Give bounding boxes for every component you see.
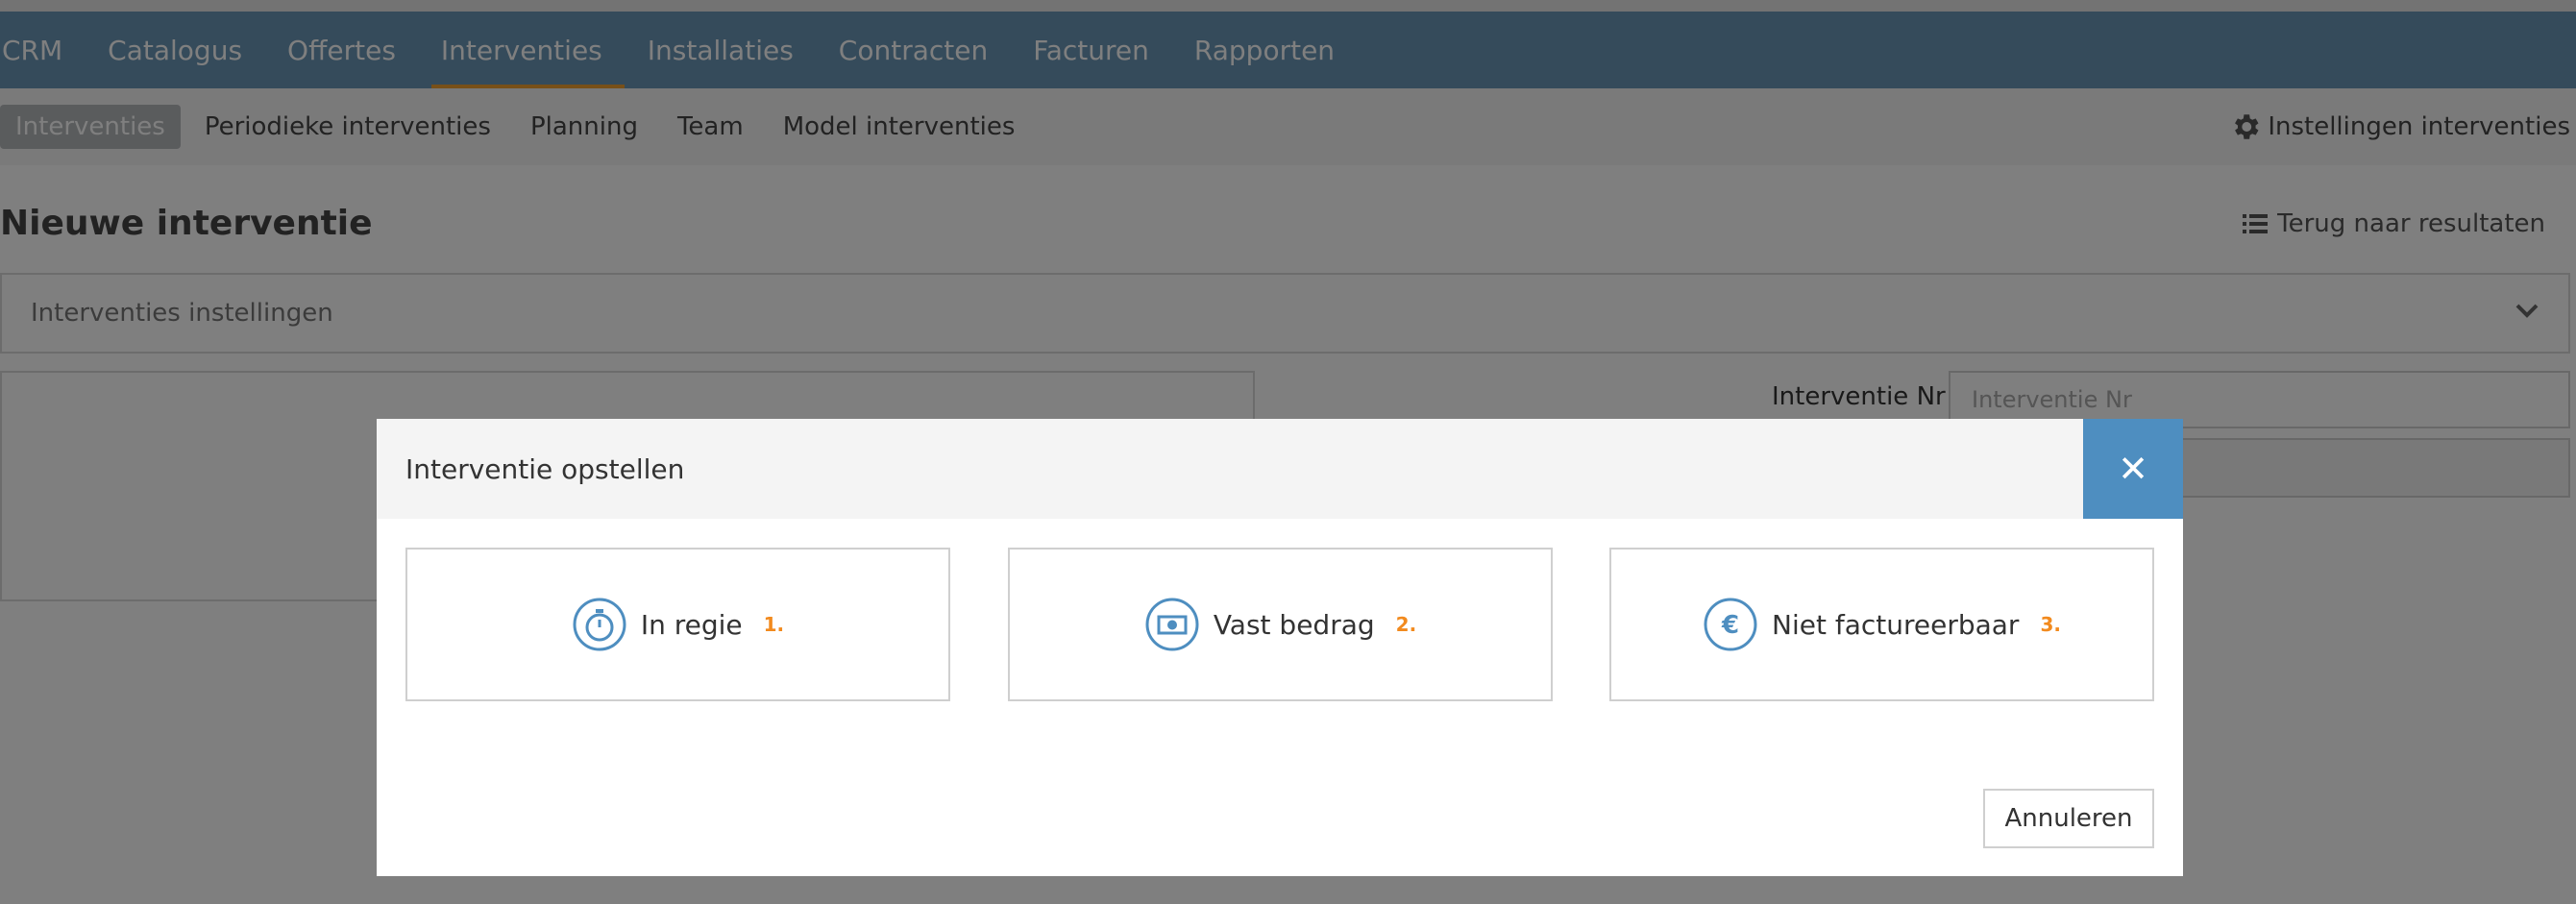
- stopwatch-icon: [573, 598, 626, 651]
- option-label: Niet factureerbaar: [1772, 608, 2020, 641]
- option-number: 2.: [1395, 613, 1417, 636]
- option-vast-bedrag[interactable]: Vast bedrag 2.: [1008, 548, 1553, 701]
- modal-header: Interventie opstellen ✕: [377, 419, 2183, 519]
- option-content: In regie 1.: [572, 597, 784, 652]
- money-icon: [1145, 598, 1199, 651]
- option-label: In regie: [640, 608, 743, 641]
- modal-title: Interventie opstellen: [405, 452, 685, 485]
- option-number: 1.: [763, 613, 785, 636]
- option-in-regie[interactable]: In regie 1.: [405, 548, 950, 701]
- option-niet-factureerbaar[interactable]: € Niet factureerbaar 3.: [1609, 548, 2154, 701]
- close-button[interactable]: ✕: [2083, 419, 2183, 519]
- create-intervention-modal: Interventie opstellen ✕ In regie 1. Vast…: [377, 419, 2183, 876]
- option-label: Vast bedrag: [1213, 608, 1375, 641]
- option-number: 3.: [2040, 613, 2061, 636]
- close-icon: ✕: [2118, 448, 2148, 490]
- option-content: € Niet factureerbaar 3.: [1703, 597, 2061, 652]
- svg-text:€: €: [1721, 611, 1739, 640]
- cancel-button[interactable]: Annuleren: [1983, 789, 2154, 848]
- option-content: Vast bedrag 2.: [1144, 597, 1416, 652]
- euro-icon: €: [1704, 598, 1757, 651]
